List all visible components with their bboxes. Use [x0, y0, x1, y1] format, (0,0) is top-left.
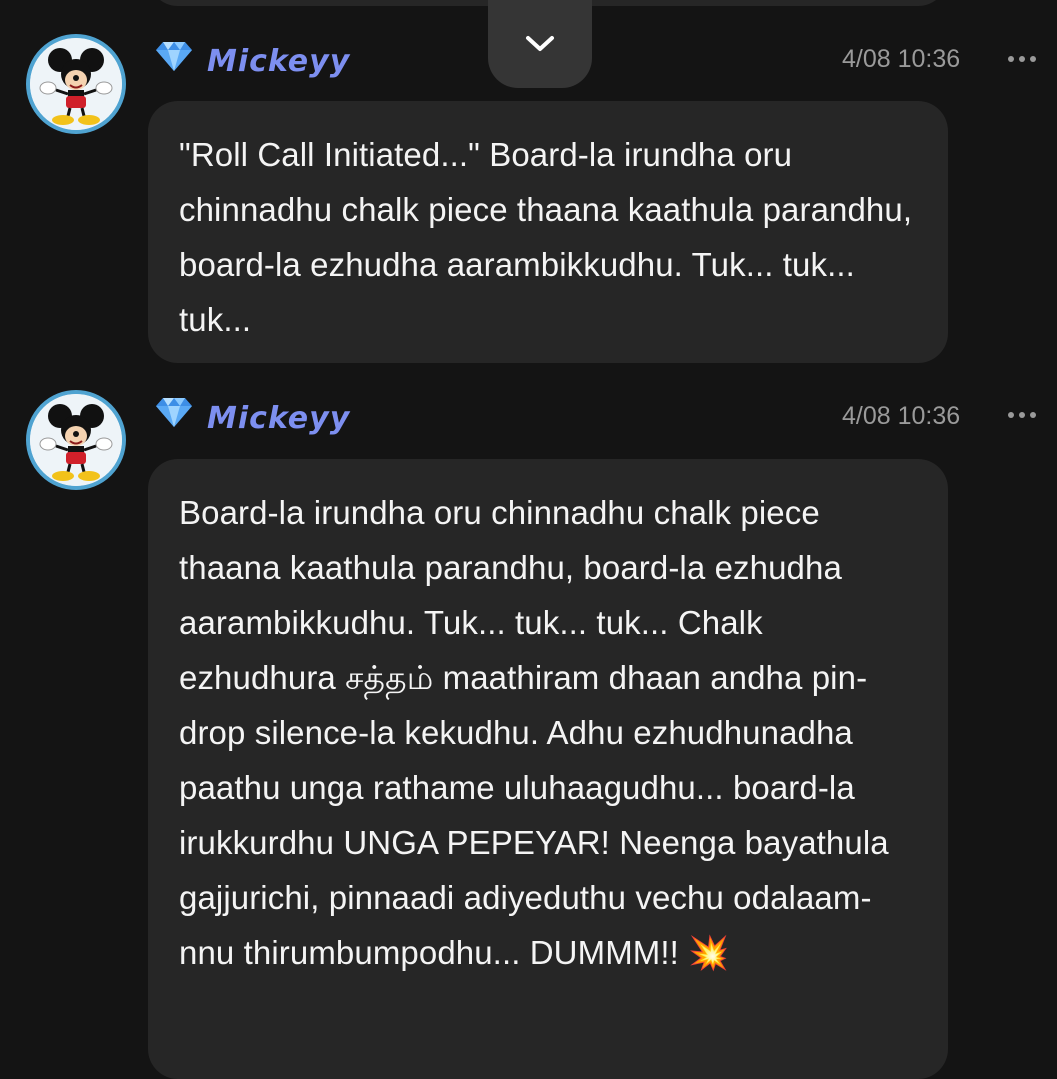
avatar[interactable]: [26, 390, 126, 490]
more-options-icon[interactable]: [1008, 410, 1036, 420]
message-text: Board-la irundha oru chinnadhu chalk pie…: [179, 494, 898, 971]
avatar[interactable]: [26, 34, 126, 134]
message-bubble[interactable]: "Roll Call Initiated..." Board-la irundh…: [148, 101, 948, 363]
more-options-icon[interactable]: [1008, 54, 1036, 64]
mickey-mouse-avatar-icon: [30, 38, 122, 130]
username[interactable]: Mickeyy: [207, 44, 350, 79]
message-bubble[interactable]: Board-la irundha oru chinnadhu chalk pie…: [148, 459, 948, 1079]
diamond-icon: [156, 42, 192, 71]
mickey-mouse-avatar-icon: [30, 394, 122, 486]
diamond-icon: [156, 398, 192, 427]
timestamp: 4/08 10:36: [842, 45, 961, 73]
chevron-down-icon: [526, 36, 554, 51]
username[interactable]: Mickeyy: [207, 401, 350, 436]
timestamp: 4/08 10:36: [842, 402, 961, 430]
scroll-to-bottom-button[interactable]: [488, 0, 592, 88]
message-text: "Roll Call Initiated..." Board-la irundh…: [179, 136, 922, 338]
